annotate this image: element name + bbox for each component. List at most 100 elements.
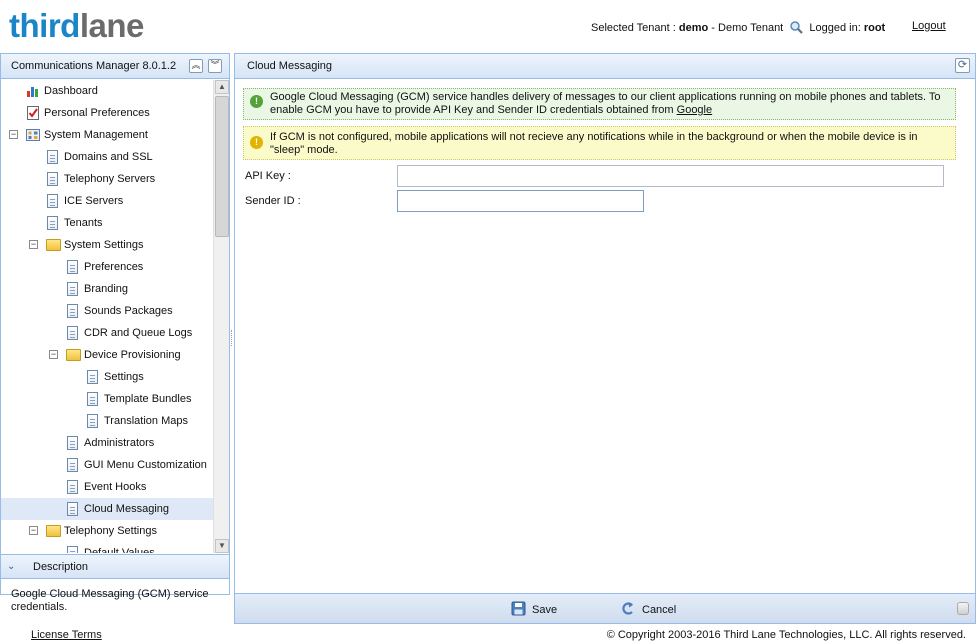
- document-icon: [47, 194, 58, 208]
- selected-tenant-label: Selected Tenant :: [591, 22, 676, 34]
- tree-item-label: Telephony Servers: [64, 173, 156, 185]
- panel-splitter[interactable]: [231, 330, 233, 346]
- document-icon: [47, 172, 58, 186]
- cancel-button[interactable]: Cancel: [621, 601, 676, 617]
- document-icon: [67, 282, 78, 296]
- logo-text-third: third: [9, 7, 80, 44]
- tenant-name: demo: [678, 22, 709, 34]
- save-button-label: Save: [532, 604, 558, 616]
- chevron-down-icon[interactable]: ⌄: [7, 555, 15, 579]
- scrollbar-thumb[interactable]: [215, 96, 229, 237]
- document-icon: [87, 392, 98, 406]
- folder-icon: [66, 349, 81, 361]
- tree-item-label: Cloud Messaging: [84, 503, 169, 515]
- tree-item-label: Administrators: [84, 437, 155, 449]
- document-icon: [67, 326, 78, 340]
- tree-item-label: Branding: [84, 283, 129, 295]
- tree-item-telephony-settings[interactable]: − Telephony Settings: [1, 520, 213, 542]
- content-panel-header: Cloud Messaging ⟳: [235, 54, 975, 79]
- navigation-panel-title: Communications Manager 8.0.1.2: [11, 60, 177, 72]
- search-tenant-icon[interactable]: [789, 20, 804, 34]
- scroll-down-icon[interactable]: ▼: [215, 539, 229, 553]
- page-title: Cloud Messaging: [247, 60, 332, 72]
- content-panel: Cloud Messaging ⟳ ! Google Cloud Messagi…: [234, 53, 976, 624]
- document-icon: [87, 414, 98, 428]
- collapse-toggle-icon[interactable]: −: [49, 350, 58, 359]
- tree-item-label: Personal Preferences: [44, 107, 150, 119]
- chart-icon: [26, 84, 40, 98]
- document-icon: [67, 480, 78, 494]
- logged-in-label: Logged in:: [809, 22, 861, 34]
- tree-item-sounds-packages[interactable]: Sounds Packages: [1, 300, 213, 322]
- tree-item-settings[interactable]: Settings: [1, 366, 213, 388]
- tree-item-ice-servers[interactable]: ICE Servers: [1, 190, 213, 212]
- tree-item-label: Tenants: [64, 217, 103, 229]
- document-icon: [47, 150, 58, 164]
- logout-link[interactable]: Logout: [912, 20, 946, 32]
- collapse-all-icon[interactable]: ︽: [189, 59, 203, 73]
- copyright-text: © Copyright 2003-2016 Third Lane Technol…: [606, 629, 966, 641]
- save-icon: [511, 601, 526, 616]
- tree-item-gui-menu-customization[interactable]: GUI Menu Customization: [1, 454, 213, 476]
- tree-item-device-provisioning[interactable]: − Device Provisioning: [1, 344, 213, 366]
- license-terms-link[interactable]: License Terms: [31, 629, 102, 641]
- warning-message: ! If GCM is not configured, mobile appli…: [243, 126, 956, 160]
- tree-scrollbar[interactable]: ▲ ▼: [213, 80, 229, 553]
- save-button[interactable]: Save: [511, 601, 557, 617]
- tree-item-personal-preferences[interactable]: Personal Preferences: [1, 102, 213, 124]
- tenant-description: Demo Tenant: [718, 22, 784, 34]
- tree-item-template-bundles[interactable]: Template Bundles: [1, 388, 213, 410]
- sender-id-input[interactable]: [397, 190, 644, 212]
- tree-item-label: Settings: [104, 371, 144, 383]
- warning-icon: !: [250, 136, 263, 149]
- info-message: ! Google Cloud Messaging (GCM) service h…: [243, 88, 956, 120]
- logo-text-lane: lane: [79, 7, 145, 44]
- tree-item-label: Dashboard: [44, 85, 98, 97]
- description-panel-header[interactable]: ⌄ Description: [1, 554, 229, 579]
- grid-icon: [26, 128, 40, 142]
- tree-item-branding[interactable]: Branding: [1, 278, 213, 300]
- tree-item-label: Device Provisioning: [84, 349, 181, 361]
- navigation-panel-header: Communications Manager 8.0.1.2 ︽ ︾: [1, 54, 229, 79]
- action-toolbar: Save Cancel: [235, 593, 975, 623]
- description-title: Description: [33, 561, 89, 573]
- expand-all-icon[interactable]: ︾: [208, 59, 222, 73]
- document-icon: [67, 436, 78, 450]
- tree-item-label: Telephony Settings: [64, 525, 157, 537]
- tree-item-telephony-servers[interactable]: Telephony Servers: [1, 168, 213, 190]
- tree-item-label: Preferences: [84, 261, 144, 273]
- info-message-text: Google Cloud Messaging (GCM) service han…: [270, 91, 941, 116]
- tree-item-label: Event Hooks: [84, 481, 147, 493]
- collapse-toggle-icon[interactable]: −: [29, 526, 38, 535]
- tree-item-label: ICE Servers: [64, 195, 124, 207]
- tree-item-event-hooks[interactable]: Event Hooks: [1, 476, 213, 498]
- document-icon: [87, 370, 98, 384]
- tree-item-preferences[interactable]: Preferences: [1, 256, 213, 278]
- tree-item-cdr-and-queue-logs[interactable]: CDR and Queue Logs: [1, 322, 213, 344]
- collapse-toggle-icon[interactable]: −: [29, 240, 38, 249]
- document-icon: [67, 260, 78, 274]
- google-link[interactable]: Google: [677, 104, 712, 116]
- tree-item-translation-maps[interactable]: Translation Maps: [1, 410, 213, 432]
- tree-item-system-management[interactable]: − System Management: [1, 124, 213, 146]
- tree-item-default-values[interactable]: Default Values: [1, 542, 213, 553]
- tree-item-cloud-messaging[interactable]: Cloud Messaging: [1, 498, 213, 520]
- tree-item-tenants[interactable]: Tenants: [1, 212, 213, 234]
- tree-item-system-settings[interactable]: − System Settings: [1, 234, 213, 256]
- tree-item-label: Default Values: [84, 547, 155, 553]
- tree-item-domains-and-ssl[interactable]: Domains and SSL: [1, 146, 213, 168]
- collapse-toggle-icon[interactable]: −: [9, 130, 18, 139]
- api-key-label: API Key :: [245, 170, 291, 182]
- api-key-input[interactable]: [397, 165, 944, 187]
- tree-item-label: Sounds Packages: [84, 305, 173, 317]
- refresh-icon[interactable]: ⟳: [955, 58, 970, 73]
- document-icon: [67, 502, 78, 516]
- cancel-icon: [622, 602, 633, 615]
- document-icon: [67, 546, 78, 553]
- tree-item-dashboard[interactable]: Dashboard: [1, 80, 213, 102]
- document-icon: [67, 304, 78, 318]
- tree-item-label: Translation Maps: [104, 415, 188, 427]
- scroll-up-icon[interactable]: ▲: [215, 80, 229, 94]
- app-logo: thirdlane: [9, 6, 144, 46]
- tree-item-administrators[interactable]: Administrators: [1, 432, 213, 454]
